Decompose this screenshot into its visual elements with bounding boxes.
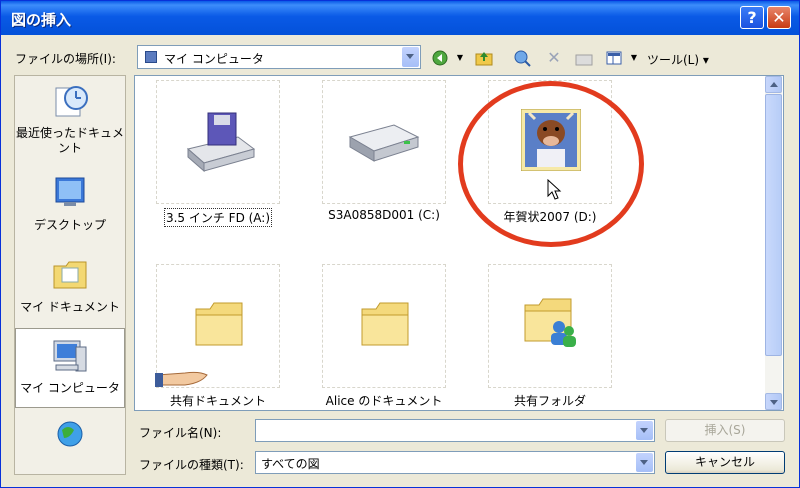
cancel-button[interactable]: キャンセル <box>665 451 785 474</box>
places-bar: 最近使ったドキュメント デスクトップ マイ ドキュメント マイ コンピュータ <box>14 75 126 475</box>
list-item[interactable]: S3A0858D001 (C:) <box>318 80 450 222</box>
recent-documents-icon <box>55 86 88 117</box>
back-dropdown-icon[interactable]: ▼ <box>451 49 469 67</box>
place-my-documents[interactable]: マイ ドキュメント <box>15 256 125 315</box>
list-item[interactable]: 3.5 インチ FD (A:) <box>152 80 284 227</box>
tools-menu[interactable]: ツール(L) ▾ <box>647 51 709 68</box>
scroll-up-button[interactable] <box>765 76 782 93</box>
scroll-down-button[interactable] <box>765 393 782 410</box>
my-computer-small-icon <box>145 51 157 63</box>
views-dropdown-icon[interactable]: ▼ <box>625 49 643 67</box>
floppy-drive-icon <box>186 112 256 173</box>
views-icon <box>606 51 622 65</box>
new-folder-icon <box>575 54 593 66</box>
filename-input[interactable] <box>255 419 655 442</box>
file-list[interactable]: 3.5 インチ FD (A:) S3A0858D001 (C:) 年賀状2007… <box>134 75 784 411</box>
views-button[interactable] <box>605 49 623 67</box>
search-web-button[interactable] <box>513 49 531 67</box>
window-title: 図の挿入 <box>11 11 72 29</box>
place-network[interactable] <box>15 416 125 460</box>
insert-button[interactable]: 挿入(S) <box>665 419 785 442</box>
chevron-down-icon[interactable] <box>636 421 653 440</box>
list-item[interactable]: Alice のドキュメント <box>318 264 450 409</box>
mouse-cursor-icon <box>547 179 562 200</box>
place-my-computer[interactable]: マイ コンピュータ <box>15 328 125 408</box>
place-label: マイ コンピュータ <box>20 381 120 395</box>
list-item[interactable]: 共有ドキュメント <box>152 264 284 409</box>
title-bar[interactable]: 図の挿入 ? ✕ <box>1 1 799 35</box>
lookin-dropdown[interactable]: マイ コンピュータ <box>137 45 421 69</box>
desktop-icon <box>55 177 85 206</box>
network-places-icon <box>57 421 83 447</box>
list-item[interactable]: 共有フォルダ <box>484 264 616 409</box>
back-arrow-icon <box>432 50 448 66</box>
item-label: Alice のドキュメント <box>325 394 443 408</box>
vertical-scrollbar[interactable] <box>765 76 782 410</box>
search-web-icon <box>514 50 531 67</box>
item-label: 共有ドキュメント <box>169 394 266 408</box>
item-label: S3A0858D001 (C:) <box>328 208 440 222</box>
new-folder-button[interactable] <box>575 49 593 67</box>
back-button[interactable] <box>431 49 449 67</box>
shared-folder-icon <box>524 298 576 347</box>
cow-drive-icon <box>521 109 581 171</box>
place-label: デスクトップ <box>33 218 106 232</box>
filename-label: ファイル名(N): <box>139 426 222 440</box>
item-label: 共有フォルダ <box>513 394 586 408</box>
place-label: マイ ドキュメント <box>20 300 120 314</box>
up-folder-button[interactable] <box>475 49 493 67</box>
scroll-thumb[interactable] <box>765 94 782 356</box>
folder-icon <box>195 302 243 346</box>
filetype-value: すべての図 <box>261 457 320 471</box>
my-documents-icon <box>53 261 87 289</box>
filetype-label: ファイルの種類(T): <box>139 458 244 472</box>
chevron-down-icon[interactable] <box>402 47 419 67</box>
filetype-dropdown[interactable]: すべての図 <box>255 451 655 474</box>
list-item[interactable]: 年賀状2007 (D:) <box>484 80 616 225</box>
help-button[interactable]: ? <box>740 6 764 29</box>
insert-picture-dialog: 図の挿入 ? ✕ ファイルの場所(I): マイ コンピュータ ▼ ✕ ▼ ツール… <box>0 0 800 488</box>
folder-icon <box>361 302 409 346</box>
hard-drive-icon <box>348 124 420 162</box>
place-label: 最近使ったドキュメント <box>15 126 124 155</box>
place-desktop[interactable]: デスクトップ <box>15 174 125 233</box>
lookin-value: マイ コンピュータ <box>164 52 264 66</box>
my-computer-icon <box>53 340 87 372</box>
up-folder-icon <box>475 52 493 66</box>
item-label: 3.5 インチ FD (A:) <box>163 208 273 227</box>
place-recent-documents[interactable]: 最近使ったドキュメント <box>15 82 125 156</box>
delete-icon[interactable]: ✕ <box>545 49 563 67</box>
shared-hand-icon <box>155 371 208 387</box>
chevron-down-icon[interactable] <box>636 453 653 472</box>
lookin-label: ファイルの場所(I): <box>15 52 116 66</box>
close-button[interactable]: ✕ <box>767 6 791 29</box>
item-label: 年賀状2007 (D:) <box>503 210 597 224</box>
